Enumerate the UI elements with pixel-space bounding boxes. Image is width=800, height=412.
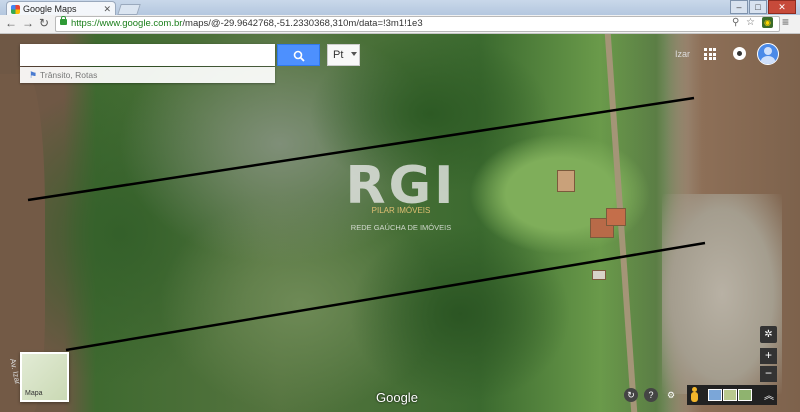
zoom-in-button[interactable]: + (760, 348, 777, 364)
close-window-button[interactable]: ✕ (768, 0, 796, 14)
forward-icon[interactable]: → (22, 16, 34, 30)
boundary-line-south (65, 241, 706, 352)
rgi-watermark: RGI PILAR IMÓVEIS REDE GAÚCHA DE IMÓVEIS (345, 160, 457, 232)
traffic-icon: ⚑ (29, 70, 38, 80)
address-bar[interactable]: https://www.google.com.br/maps/@-29.9642… (55, 16, 780, 32)
back-icon[interactable]: ← (5, 16, 17, 30)
minimize-button[interactable]: – (730, 0, 748, 14)
search-icon (293, 50, 305, 62)
notifications-icon[interactable] (733, 47, 746, 60)
window-titlebar: Google Maps ✕ – □ ✕ (0, 0, 800, 16)
imagery-thumb[interactable] (708, 389, 722, 401)
search-button[interactable] (277, 44, 320, 66)
user-name[interactable]: Izar (675, 49, 690, 59)
chevron-down-icon (351, 52, 357, 56)
imagery-thumb[interactable] (738, 389, 752, 401)
browser-toolbar: ← → ↻ https://www.google.com.br/maps/@-2… (0, 15, 800, 34)
watermark-logo: RGI (345, 156, 457, 216)
maximize-button[interactable]: □ (749, 0, 767, 14)
star-icon[interactable]: ☆ (746, 17, 755, 28)
watermark-tagline: REDE GAÚCHA DE IMÓVEIS (350, 223, 452, 232)
imagery-thumbnails (708, 389, 753, 401)
reload-icon[interactable]: ↻ (39, 16, 49, 30)
help-icon[interactable]: ? (644, 388, 658, 402)
pegman-icon[interactable] (690, 387, 699, 403)
google-maps-favicon-icon (11, 4, 20, 14)
lock-icon (60, 16, 67, 25)
traffic-routes-link[interactable]: ⚑ Trânsito, Rotas (20, 67, 275, 83)
hamburger-icon[interactable]: ≡ (782, 15, 789, 29)
traffic-label: Trânsito, Rotas (40, 70, 98, 80)
new-tab-button[interactable] (117, 4, 141, 15)
avatar[interactable] (757, 43, 779, 65)
language-select[interactable]: Pt (327, 44, 360, 66)
map-view-label: Mapa (25, 390, 43, 397)
imagery-thumb[interactable] (723, 389, 737, 401)
settings-gear-icon[interactable]: ⚙ (664, 388, 678, 402)
url-text[interactable]: https://www.google.com.br/maps/@-29.9642… (71, 18, 423, 29)
window-controls: – □ ✕ (729, 0, 796, 14)
magnifier-icon[interactable]: ⚲ (732, 17, 739, 28)
search-input[interactable] (25, 44, 274, 66)
zoom-out-button[interactable]: − (760, 366, 777, 382)
browser-tab[interactable]: Google Maps ✕ (6, 1, 116, 16)
tab-close-icon[interactable]: ✕ (103, 4, 111, 15)
tilt-icon[interactable]: ↻ (624, 388, 638, 402)
compass-icon[interactable]: ✲ (760, 326, 777, 343)
language-value: Pt (333, 49, 344, 61)
google-logo: Google (376, 390, 418, 405)
extension-icon[interactable]: ◉ (762, 17, 773, 28)
map-view-toggle[interactable]: Mapa (20, 352, 69, 402)
expand-chevron-icon[interactable]: ︽ (764, 387, 774, 402)
search-box (20, 44, 275, 66)
tab-title: Google Maps (23, 4, 77, 14)
apps-grid-icon[interactable] (704, 48, 716, 60)
